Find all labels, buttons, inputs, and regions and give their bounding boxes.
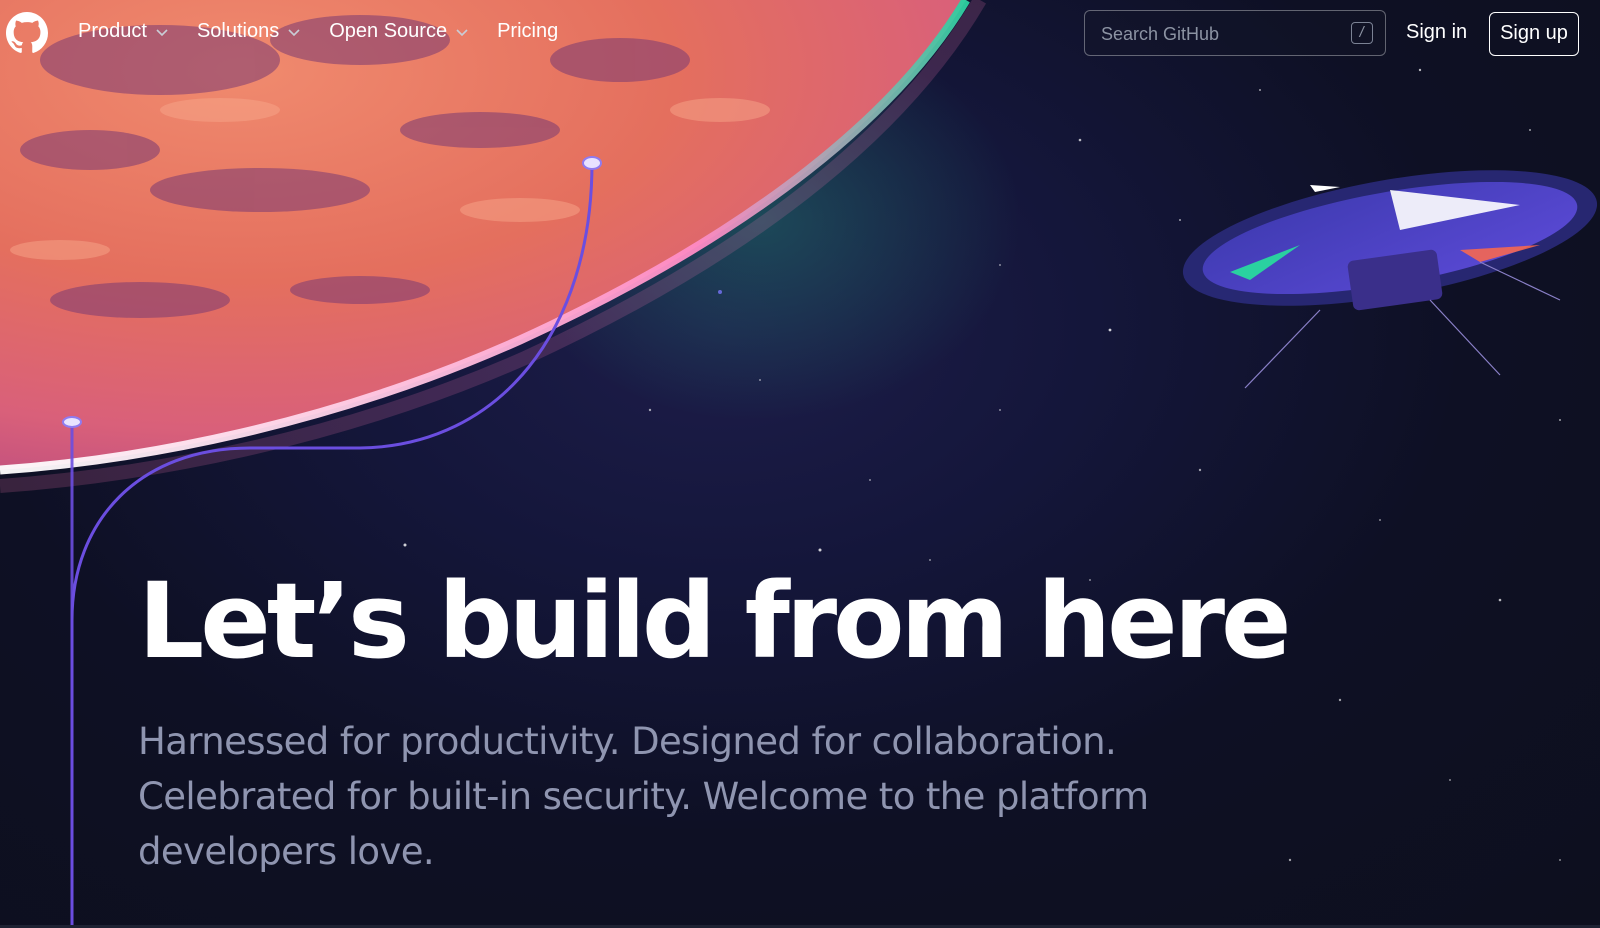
nav-product[interactable]: Product bbox=[78, 20, 169, 43]
nav-open-source-label: Open Source bbox=[329, 20, 448, 42]
nav-product-label: Product bbox=[78, 20, 147, 42]
search-placeholder: Search GitHub bbox=[1101, 24, 1220, 44]
hero-title: Let’s build from here bbox=[138, 560, 1292, 682]
nav-pricing-label: Pricing bbox=[497, 20, 559, 42]
nav-pricing[interactable]: Pricing bbox=[497, 20, 558, 43]
slash-shortcut-key: / bbox=[1351, 22, 1373, 44]
hero-subtitle: Harnessed for productivity. Designed for… bbox=[138, 720, 1149, 873]
orbit-node-left bbox=[62, 416, 82, 428]
chevron-down-icon bbox=[156, 28, 168, 36]
search-input[interactable]: Search GitHub / bbox=[1084, 10, 1386, 56]
site-header: Product Solutions Open Source Pricing Se… bbox=[0, 0, 1600, 68]
github-homepage: Product Solutions Open Source Pricing Se… bbox=[0, 0, 1600, 928]
sign-up-button[interactable]: Sign up bbox=[1489, 12, 1579, 56]
main-nav: Product Solutions Open Source Pricing bbox=[78, 20, 586, 43]
chevron-down-icon bbox=[456, 28, 468, 36]
sign-in-link[interactable]: Sign in bbox=[1406, 21, 1467, 44]
github-mark-icon[interactable] bbox=[6, 12, 48, 54]
nav-solutions-label: Solutions bbox=[196, 20, 280, 42]
nav-open-source[interactable]: Open Source bbox=[329, 20, 469, 43]
drone bbox=[1182, 170, 1598, 389]
chevron-down-icon bbox=[288, 28, 300, 36]
orbit-node-top bbox=[582, 156, 602, 170]
nav-solutions[interactable]: Solutions bbox=[197, 20, 301, 43]
